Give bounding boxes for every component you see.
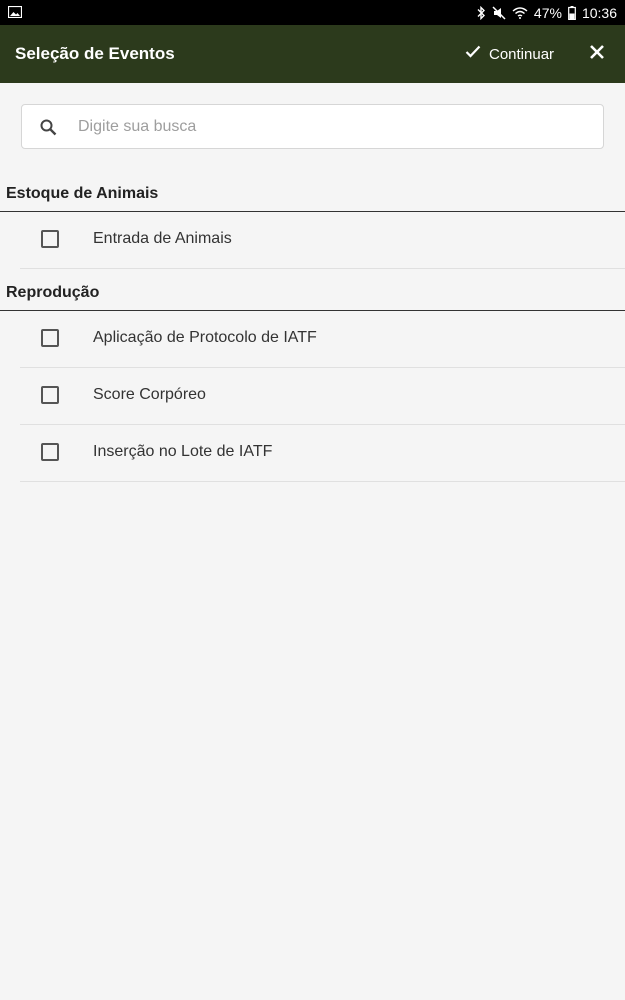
search-icon — [39, 118, 59, 138]
checkbox[interactable] — [41, 386, 59, 404]
battery-percent: 47% — [533, 4, 562, 21]
check-icon — [465, 45, 481, 63]
event-item-aplicacao-de-protocolo-iatf[interactable]: Aplicação de Protocolo de IATF — [20, 311, 625, 368]
checkbox[interactable] — [41, 443, 59, 461]
image-icon — [7, 5, 23, 21]
mute-icon — [492, 5, 506, 20]
clock: 10:36 — [581, 4, 617, 21]
status-bar: 47% 10:36 — [0, 0, 625, 25]
event-item-label: Score Corpóreo — [93, 386, 206, 403]
event-item-label: Inserção no Lote de IATF — [93, 443, 273, 460]
status-right: 47% 10:36 — [476, 5, 617, 21]
event-item-label: Aplicação de Protocolo de IATF — [93, 329, 317, 346]
app-bar: Seleção de Eventos Continuar — [0, 25, 625, 83]
section-title-reproducao: Reprodução — [6, 284, 100, 301]
continue-button[interactable]: Continuar — [465, 25, 554, 83]
event-item-entrada-de-animais[interactable]: Entrada de Animais — [20, 212, 625, 269]
search-box[interactable] — [21, 104, 604, 149]
section-title-estoque: Estoque de Animais — [6, 185, 159, 202]
battery-icon — [568, 5, 576, 20]
search-input[interactable] — [78, 105, 578, 148]
status-left — [7, 5, 23, 21]
continue-label: Continuar — [489, 45, 555, 63]
checkbox[interactable] — [41, 230, 59, 248]
close-icon — [589, 44, 605, 65]
wifi-icon — [512, 6, 528, 19]
close-button[interactable] — [584, 39, 610, 69]
event-item-score-corporeo[interactable]: Score Corpóreo — [20, 368, 625, 425]
event-item-label: Entrada de Animais — [93, 230, 232, 247]
event-item-insercao-no-lote-iatf[interactable]: Inserção no Lote de IATF — [20, 425, 625, 482]
page-title: Seleção de Eventos — [15, 44, 175, 63]
checkbox[interactable] — [41, 329, 59, 347]
bluetooth-icon — [476, 5, 486, 20]
